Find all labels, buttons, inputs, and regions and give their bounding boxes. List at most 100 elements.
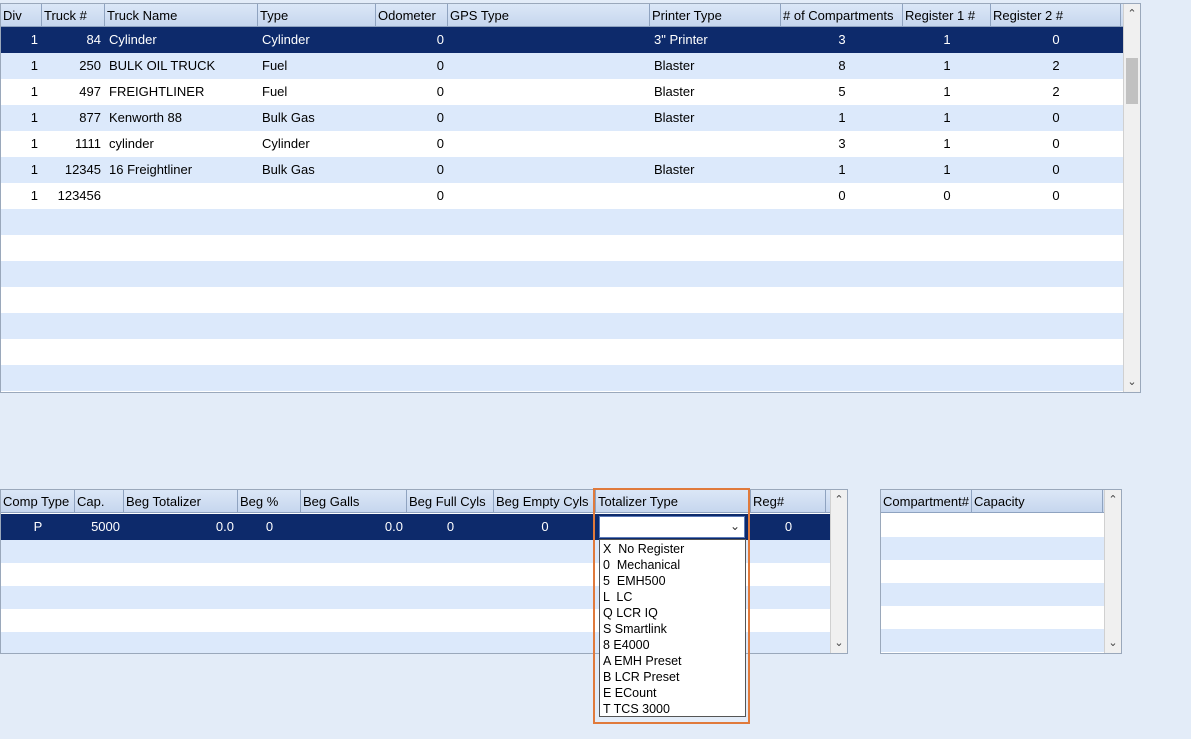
scroll-up-icon[interactable]: ⌃ [1105, 492, 1121, 508]
cell-register-2[interactable]: 0 [991, 157, 1121, 183]
col-header-div[interactable]: Div [1, 4, 42, 26]
col-header-compartments[interactable]: # of Compartments [781, 4, 903, 26]
cell-type[interactable]: Cylinder [258, 131, 376, 157]
cell-gps-type[interactable] [448, 183, 650, 209]
col-header-reg-number[interactable]: Reg# [751, 490, 826, 512]
col-header-register-2[interactable]: Register 2 # [991, 4, 1121, 26]
truck-row-empty[interactable] [1, 365, 1140, 391]
trucks-scrollbar[interactable]: ⌃ ⌄ [1123, 4, 1140, 392]
cell-register-2[interactable]: 2 [991, 53, 1121, 79]
totalizer-type-combobox[interactable]: ⌄ [599, 516, 745, 538]
chevron-down-icon[interactable]: ⌄ [730, 519, 740, 533]
cell-printer-type[interactable] [650, 183, 781, 209]
col-header-register-1[interactable]: Register 1 # [903, 4, 991, 26]
cell-truck-name[interactable] [105, 183, 258, 209]
truck-row[interactable]: 1 497 FREIGHTLINER Fuel 0 Blaster 5 1 2 [1, 79, 1140, 105]
col-header-compartment-number[interactable]: Compartment# [881, 490, 972, 512]
dropdown-option[interactable]: 8 E4000 [600, 637, 745, 653]
scroll-up-icon[interactable]: ⌃ [831, 492, 847, 508]
dropdown-option[interactable]: A EMH Preset [600, 653, 745, 669]
col-header-printer-type[interactable]: Printer Type [650, 4, 781, 26]
cell-gps-type[interactable] [448, 131, 650, 157]
truck-row-empty[interactable] [1, 209, 1140, 235]
dropdown-option[interactable]: 5 EMH500 [600, 573, 745, 589]
cell-reg-number[interactable]: 0 [751, 514, 826, 540]
trucks-grid[interactable]: Div Truck # Truck Name Type Odometer GPS… [0, 3, 1141, 393]
scroll-up-icon[interactable]: ⌃ [1124, 6, 1140, 22]
cell-truck-number[interactable]: 123456 [42, 183, 105, 209]
cell-compartments[interactable]: 3 [781, 131, 903, 157]
cell-truck-name[interactable]: FREIGHTLINER [105, 79, 258, 105]
cell-compartments[interactable]: 3 [781, 27, 903, 53]
cell-compartments[interactable]: 5 [781, 79, 903, 105]
col-header-truck-name[interactable]: Truck Name [105, 4, 258, 26]
cell-type[interactable]: Cylinder [258, 27, 376, 53]
compartments-scrollbar[interactable]: ⌃ ⌄ [830, 490, 847, 653]
cell-odometer[interactable]: 0 [376, 27, 448, 53]
cell-register-1[interactable]: 1 [903, 27, 991, 53]
col-header-beg-full-cyls[interactable]: Beg Full Cyls [407, 490, 494, 512]
capacity-row-empty[interactable] [881, 583, 1121, 606]
cell-beg-empty-cyls[interactable]: 0 [494, 514, 596, 540]
truck-row[interactable]: 1 1111 cylinder Cylinder 0 3 1 0 [1, 131, 1140, 157]
col-header-type[interactable]: Type [258, 4, 376, 26]
cell-register-2[interactable]: 0 [991, 105, 1121, 131]
scroll-down-icon[interactable]: ⌄ [1124, 374, 1140, 390]
cell-truck-name[interactable]: Kenworth 88 [105, 105, 258, 131]
truck-row[interactable]: 1 84 Cylinder Cylinder 0 3" Printer 3 1 0 [1, 27, 1140, 53]
truck-row[interactable]: 1 123456 0 0 0 0 [1, 183, 1140, 209]
cell-div[interactable]: 1 [1, 53, 42, 79]
cell-register-2[interactable]: 0 [991, 183, 1121, 209]
dropdown-option[interactable]: S Smartlink [600, 621, 745, 637]
capacity-row-empty[interactable] [881, 560, 1121, 583]
cell-gps-type[interactable] [448, 157, 650, 183]
cell-gps-type[interactable] [448, 27, 650, 53]
cell-register-2[interactable]: 2 [991, 79, 1121, 105]
cell-truck-number[interactable]: 250 [42, 53, 105, 79]
scroll-down-icon[interactable]: ⌄ [831, 635, 847, 651]
cell-div[interactable]: 1 [1, 131, 42, 157]
cell-register-1[interactable]: 1 [903, 79, 991, 105]
truck-row-empty[interactable] [1, 287, 1140, 313]
col-header-comp-type[interactable]: Comp Type [1, 490, 75, 512]
cell-printer-type[interactable]: Blaster [650, 53, 781, 79]
cell-truck-name[interactable]: Cylinder [105, 27, 258, 53]
truck-row[interactable]: 1 877 Kenworth 88 Bulk Gas 0 Blaster 1 1 0 [1, 105, 1140, 131]
cell-register-1[interactable]: 1 [903, 131, 991, 157]
cell-type[interactable]: Bulk Gas [258, 157, 376, 183]
cell-register-1[interactable]: 0 [903, 183, 991, 209]
col-header-truck-number[interactable]: Truck # [42, 4, 105, 26]
truck-row-empty[interactable] [1, 339, 1140, 365]
cell-odometer[interactable]: 0 [376, 53, 448, 79]
capacity-scrollbar[interactable]: ⌃ ⌄ [1104, 490, 1121, 653]
cell-gps-type[interactable] [448, 53, 650, 79]
cell-register-1[interactable]: 1 [903, 157, 991, 183]
cell-printer-type[interactable]: Blaster [650, 157, 781, 183]
dropdown-option[interactable]: X No Register [600, 541, 745, 557]
col-header-beg-totalizer[interactable]: Beg Totalizer [124, 490, 238, 512]
cell-div[interactable]: 1 [1, 27, 42, 53]
cell-div[interactable]: 1 [1, 105, 42, 131]
cell-type[interactable]: Fuel [258, 79, 376, 105]
capacity-row-empty[interactable] [881, 537, 1121, 560]
cell-beg-galls[interactable]: 0.0 [301, 514, 407, 540]
col-header-capacity[interactable]: Capacity [972, 490, 1103, 512]
cell-div[interactable]: 1 [1, 79, 42, 105]
col-header-cap[interactable]: Cap. [75, 490, 124, 512]
cell-gps-type[interactable] [448, 105, 650, 131]
cell-beg-percent[interactable]: 0 [238, 514, 301, 540]
cell-compartments[interactable]: 0 [781, 183, 903, 209]
truck-row[interactable]: 1 12345 16 Freightliner Bulk Gas 0 Blaster 1 1 0 [1, 157, 1140, 183]
cell-truck-name[interactable]: BULK OIL TRUCK [105, 53, 258, 79]
cell-odometer[interactable]: 0 [376, 105, 448, 131]
col-header-gps-type[interactable]: GPS Type [448, 4, 650, 26]
cell-gps-type[interactable] [448, 79, 650, 105]
cell-truck-number[interactable]: 877 [42, 105, 105, 131]
cell-div[interactable]: 1 [1, 183, 42, 209]
capacity-row-empty[interactable] [881, 606, 1121, 629]
cell-comp-type[interactable]: P [1, 514, 75, 540]
cell-register-2[interactable]: 0 [991, 27, 1121, 53]
cell-type[interactable]: Bulk Gas [258, 105, 376, 131]
cell-truck-name[interactable]: 16 Freightliner [105, 157, 258, 183]
truck-row[interactable]: 1 250 BULK OIL TRUCK Fuel 0 Blaster 8 1 2 [1, 53, 1140, 79]
